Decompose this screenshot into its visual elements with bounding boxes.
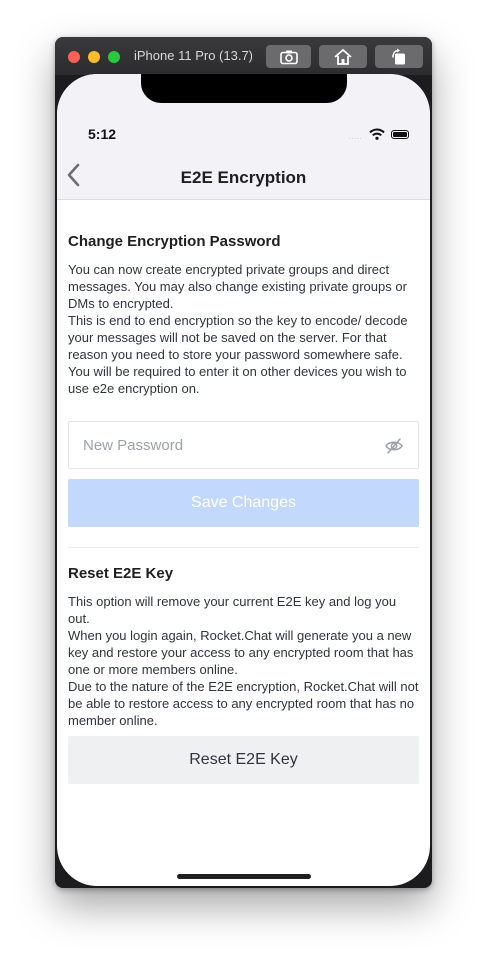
notch <box>141 74 347 103</box>
minimize-window-button[interactable] <box>88 51 100 63</box>
home-icon <box>334 48 352 65</box>
eye-off-icon[interactable] <box>384 436 404 456</box>
change-password-description-line: You can now create encrypted private gro… <box>68 262 407 311</box>
reset-key-title: Reset E2E Key <box>68 565 174 582</box>
reset-key-description-line: When you login again, Rocket.Chat will g… <box>68 628 414 677</box>
reset-key-description: This option will remove your current E2E… <box>68 593 419 729</box>
reset-key-description-line: This option will remove your current E2E… <box>68 594 397 626</box>
reset-e2e-key-button[interactable]: Reset E2E Key <box>68 736 419 784</box>
section-divider <box>68 547 419 548</box>
change-password-description-line: This is end to end encryption so the key… <box>68 313 408 396</box>
change-password-title: Change Encryption Password <box>68 233 281 250</box>
home-indicator[interactable] <box>177 874 311 879</box>
status-time: 5:12 <box>88 126 117 142</box>
phone-frame: 5:12 ..... E2E Encryption Change Encrypt… <box>57 74 430 886</box>
screenshot-icon <box>279 50 298 64</box>
page-title: E2E Encryption <box>180 168 307 187</box>
battery-icon <box>391 130 409 139</box>
screenshot-button[interactable] <box>266 45 311 68</box>
app-screen: 5:12 ..... E2E Encryption Change Encrypt… <box>57 74 430 886</box>
rotate-icon <box>392 48 405 64</box>
new-password-field[interactable] <box>68 421 419 469</box>
change-password-description: You can now create encrypted private gro… <box>68 261 419 397</box>
simulator-window: iPhone 11 Pro (13.7) 5:12 ..... E2E Encr… <box>55 37 432 888</box>
rotate-button[interactable] <box>375 45 423 68</box>
zoom-window-button[interactable] <box>108 51 120 63</box>
close-window-button[interactable] <box>68 51 80 63</box>
reset-key-description-line: Due to the nature of the E2E encryption,… <box>68 679 419 728</box>
home-button[interactable] <box>319 45 367 68</box>
simulator-title: iPhone 11 Pro (13.7) <box>134 48 253 63</box>
simulator-titlebar: iPhone 11 Pro (13.7) <box>55 37 432 75</box>
signal-dots: ..... <box>349 135 363 141</box>
save-changes-button[interactable]: Save Changes <box>68 479 419 527</box>
new-password-input[interactable] <box>69 422 383 468</box>
wifi-icon <box>369 128 385 140</box>
